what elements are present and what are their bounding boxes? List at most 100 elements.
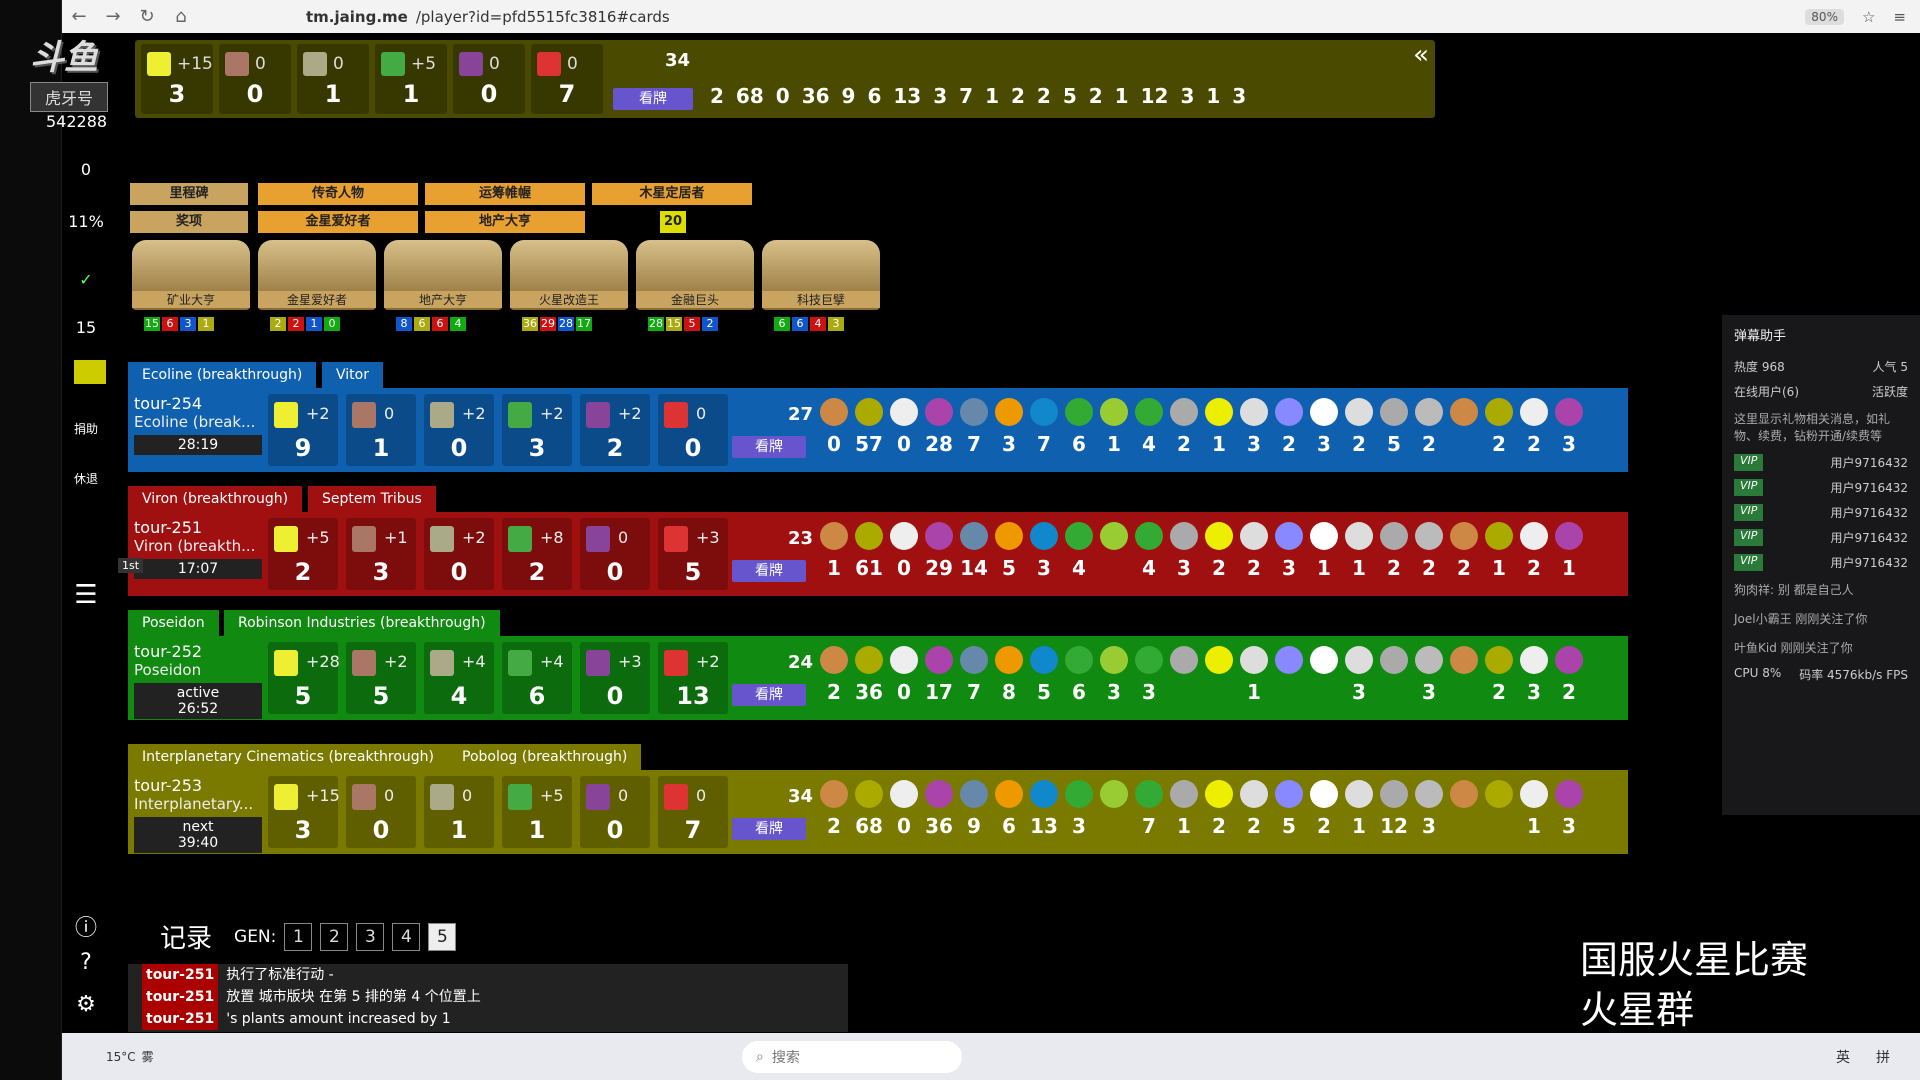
player-color-icon[interactable]	[74, 360, 106, 384]
energy-icon	[459, 52, 483, 76]
player-row: Poseidon Robinson Industries (breakthroug…	[128, 610, 1628, 720]
gen-button[interactable]: 4	[392, 922, 421, 951]
tag-icon	[1170, 522, 1198, 550]
tag-count: 1	[1492, 556, 1506, 580]
award-2[interactable]: 地产大亨	[425, 211, 585, 233]
heat-stat: 07	[531, 44, 603, 114]
milestone-cost: 20	[660, 211, 686, 233]
resource-value: 3	[294, 816, 312, 844]
tag-count: 2	[710, 84, 724, 108]
view-cards-button[interactable]: 看牌	[732, 684, 806, 706]
url-bar[interactable]: tm.jaing.me/player?id=pfd5515fc3816#card…	[306, 8, 670, 26]
star-icon[interactable]: ☆	[1862, 8, 1875, 26]
player-corp-tab[interactable]: Ecoline (breakthrough)	[128, 362, 317, 388]
back-icon[interactable]: ←	[62, 6, 96, 27]
player-corp-tab-2[interactable]: Robinson Industries (breakthrough)	[224, 610, 500, 636]
home-icon[interactable]: ⌂	[164, 6, 198, 27]
tag-icon	[925, 780, 953, 808]
tag-icon	[960, 780, 988, 808]
gen-button[interactable]: 5	[428, 922, 457, 951]
award-card[interactable]: 金融巨头	[636, 240, 754, 310]
resource-prod: 0	[384, 404, 395, 423]
tag-icon	[855, 522, 883, 550]
gen-button[interactable]: 2	[320, 922, 349, 951]
player-corp-tab[interactable]: Viron (breakthrough)	[128, 486, 303, 512]
ime-lang[interactable]: 英	[1836, 1047, 1850, 1067]
taskbar-search[interactable]: ⌕ 搜索	[742, 1040, 962, 1073]
view-cards-button[interactable]: 看牌	[732, 818, 806, 840]
player-info[interactable]: tour-254 Ecoline (break... 28:19	[134, 394, 262, 455]
energy-prod: 0	[489, 54, 500, 74]
player-corp-tab-2[interactable]: Septem Tribus	[308, 486, 436, 512]
tag-icon	[1100, 398, 1128, 426]
info-icon[interactable]: ⓘ	[66, 910, 106, 942]
player-corp-tab-2[interactable]: Pobolog (breakthrough)	[448, 744, 642, 770]
player-name: tour-252	[134, 642, 203, 661]
donate-link[interactable]: 捐助	[66, 420, 106, 437]
award-scores: 6643	[774, 312, 846, 331]
tag-count: 7	[1037, 432, 1051, 456]
milestone-1[interactable]: 传奇人物	[258, 183, 418, 205]
award-card[interactable]: 地产大亨	[384, 240, 502, 310]
tag-count: 1	[1352, 814, 1366, 838]
player-corp-tab[interactable]: Poseidon	[128, 610, 219, 636]
chat-pop: 人气 5	[1872, 360, 1908, 374]
player-corp-tab[interactable]: Interplanetary Cinematics (breakthrough)	[128, 744, 449, 770]
award-1[interactable]: 金星爱好者	[258, 211, 418, 233]
tag-icon	[1275, 646, 1303, 674]
resource-box: 01	[424, 776, 494, 848]
score: 2	[288, 317, 304, 331]
tag-icon	[1240, 780, 1268, 808]
tag-count: 1	[1247, 680, 1261, 704]
award-card[interactable]: 金星爱好者	[258, 240, 376, 310]
reload-icon[interactable]: ↻	[130, 6, 164, 27]
settings-icon[interactable]: ⚙	[66, 992, 106, 1017]
quit-link[interactable]: 休退	[66, 470, 106, 487]
award-name: 矿业大亨	[132, 291, 250, 308]
tag-icon	[820, 522, 848, 550]
tag-icon	[1310, 780, 1338, 808]
list-icon[interactable]: ☰	[66, 580, 106, 610]
resource-icon	[352, 650, 376, 676]
tag-count: 3	[1352, 680, 1366, 704]
milestone-2[interactable]: 运筹帷幄	[425, 183, 585, 205]
player-info[interactable]: tour-252 Poseidon active 26:52	[134, 642, 262, 719]
tag-icon	[995, 780, 1023, 808]
resource-prod: 0	[618, 528, 629, 547]
chat-badge: VIP	[1734, 504, 1764, 521]
gen-button[interactable]: 3	[356, 922, 385, 951]
chat-online[interactable]: 在线用户(6)	[1734, 383, 1799, 400]
resource-value: 0	[450, 558, 468, 586]
award-card[interactable]: 火星改造王	[510, 240, 628, 310]
forward-icon[interactable]: →	[96, 6, 130, 27]
ime-mode[interactable]: 拼	[1876, 1047, 1890, 1067]
gen-button[interactable]: 1	[284, 922, 313, 951]
player-row: Ecoline (breakthrough) Vitor tour-254 Ecoli…	[128, 362, 1628, 472]
tag-count: 68	[855, 814, 883, 838]
menu-icon[interactable]: ≡	[1893, 8, 1906, 26]
award-card[interactable]: 科技巨擘	[762, 240, 880, 310]
milestone-3[interactable]: 木星定居者	[592, 183, 752, 205]
view-cards-button[interactable]: 看牌	[613, 88, 693, 110]
score: 29	[540, 317, 556, 331]
zoom-badge[interactable]: 80%	[1805, 8, 1844, 25]
resource-icon	[352, 526, 376, 552]
view-cards-button[interactable]: 看牌	[732, 436, 806, 458]
resource-box: 00	[346, 776, 416, 848]
tag-count: 2	[827, 680, 841, 704]
player-info[interactable]: tour-253 Interplanetary... next 39:40	[134, 776, 262, 853]
tag-icon	[1380, 398, 1408, 426]
player-info[interactable]: tour-251 Viron (breakth... 17:07	[134, 518, 262, 579]
score: 5	[684, 317, 700, 331]
resource-icon	[274, 784, 298, 810]
award-card[interactable]: 矿业大亨	[132, 240, 250, 310]
collapse-icon[interactable]: «	[1413, 40, 1429, 70]
player-corp-tab-2[interactable]: Vitor	[322, 362, 383, 388]
view-cards-button[interactable]: 看牌	[732, 560, 806, 582]
tag-icon	[1555, 522, 1583, 550]
chat-user: 用户9716432	[1830, 506, 1908, 520]
resource-value: 5	[372, 682, 390, 710]
tag-icon	[1415, 780, 1443, 808]
tag-counts: 2 36 0 17 7 8 5 6 3 3 1 3 3 2 3 2	[820, 680, 1583, 704]
help-icon[interactable]: ?	[66, 950, 106, 975]
